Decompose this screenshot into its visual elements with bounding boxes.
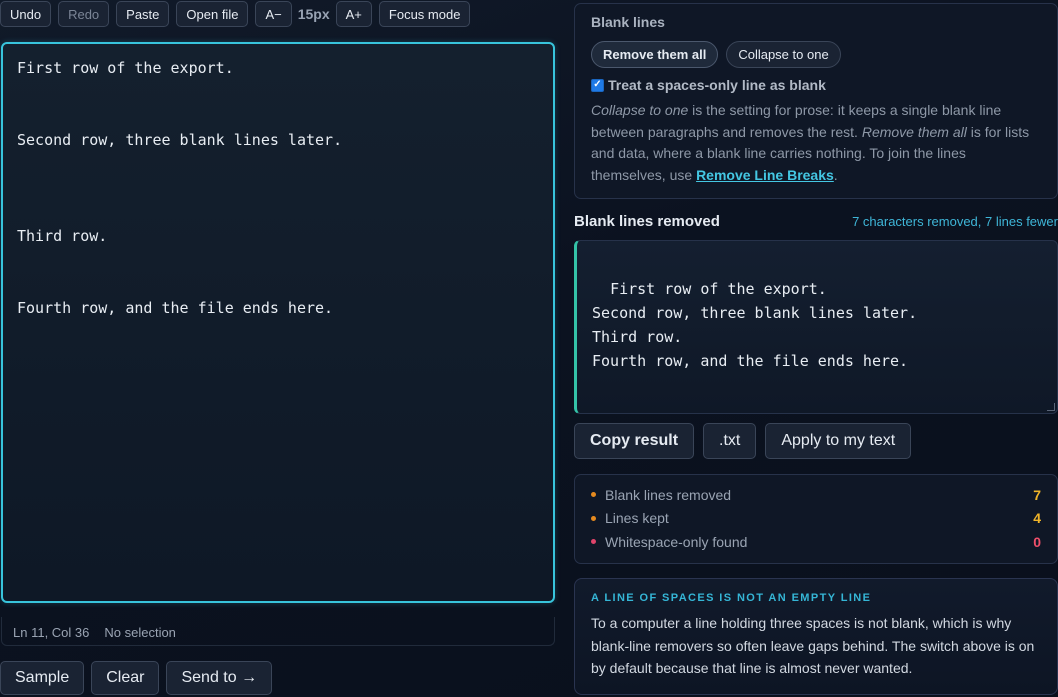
stats-panel: Blank lines removed 7 Lines kept 4 White… — [574, 474, 1058, 564]
spaces-only-label: Treat a spaces-only line as blank — [608, 77, 826, 93]
result-actions: Copy result .txt Apply to my text — [574, 423, 912, 459]
collapse-mode-button[interactable]: Collapse to one — [726, 41, 841, 68]
copy-result-button[interactable]: Copy result — [574, 423, 695, 459]
stat-row: Lines kept 4 — [591, 507, 1041, 531]
input-actions: Sample Clear Send to → — [0, 661, 273, 695]
desc-emphasis-collapse: Collapse to one — [591, 102, 689, 118]
download-txt-button[interactable]: .txt — [703, 423, 757, 459]
result-output[interactable]: First row of the export. Second row, thr… — [574, 240, 1058, 414]
remove-line-breaks-link[interactable]: Remove Line Breaks — [696, 167, 834, 183]
sample-button[interactable]: Sample — [0, 661, 85, 695]
redo-button[interactable]: Redo — [58, 1, 110, 27]
open-file-button[interactable]: Open file — [176, 1, 249, 27]
stat-label: Lines kept — [605, 510, 669, 527]
undo-button[interactable]: Undo — [0, 1, 52, 27]
stat-row: Blank lines removed 7 — [591, 483, 1041, 507]
apply-to-text-button[interactable]: Apply to my text — [765, 423, 912, 459]
resize-handle[interactable] — [1047, 403, 1055, 411]
editor-status-bar: Ln 11, Col 36 No selection — [1, 617, 555, 646]
note-title: A LINE OF SPACES IS NOT AN EMPTY LINE — [591, 592, 872, 604]
input-editor[interactable]: First row of the export. Second row, thr… — [1, 42, 555, 603]
result-summary: 7 characters removed, 7 lines fewer — [852, 214, 1058, 229]
editor-toolbar: Undo Redo Paste Open file A− 15px A+ Foc… — [0, 1, 477, 27]
font-size-readout: 15px — [297, 6, 330, 22]
stat-row: Whitespace-only found 0 — [591, 530, 1041, 554]
clear-button[interactable]: Clear — [91, 661, 160, 695]
status-dot — [591, 515, 596, 521]
cursor-position: Ln 11, Col 36 — [13, 625, 90, 640]
options-title: Blank lines — [591, 14, 665, 30]
desc-emphasis-remove: Remove them all — [861, 123, 967, 140]
status-dot — [591, 492, 596, 498]
blank-lines-options: Blank lines Remove them all Collapse to … — [574, 3, 1058, 199]
stat-value: 7 — [1033, 486, 1041, 503]
stat-value: 4 — [1033, 510, 1041, 527]
spaces-only-option[interactable]: ✓ Treat a spaces-only line as blank — [591, 77, 1041, 93]
remove-all-mode-button[interactable]: Remove them all — [591, 41, 719, 68]
desc-end: . — [833, 166, 838, 183]
stat-label: Whitespace-only found — [605, 533, 748, 550]
stat-label: Blank lines removed — [605, 486, 732, 503]
spaces-only-checkbox[interactable]: ✓ — [591, 78, 604, 92]
focus-mode-button[interactable]: Focus mode — [378, 1, 471, 27]
selection-status: No selection — [104, 625, 176, 640]
info-note: A LINE OF SPACES IS NOT AN EMPTY LINE To… — [574, 578, 1058, 695]
send-to-button[interactable]: Send to → — [166, 661, 273, 695]
mode-selector: Remove them all Collapse to one — [591, 41, 1041, 68]
status-dot — [591, 539, 596, 545]
options-description: Collapse to one is the setting for prose… — [591, 100, 1041, 186]
result-header: Blank lines removed 7 characters removed… — [574, 213, 1058, 230]
font-smaller-button[interactable]: A− — [255, 1, 292, 27]
result-title: Blank lines removed — [574, 213, 720, 230]
paste-button[interactable]: Paste — [116, 1, 170, 27]
font-larger-button[interactable]: A+ — [335, 1, 372, 27]
result-text: First row of the export. Second row, thr… — [592, 280, 918, 370]
note-body: To a computer a line holding three space… — [591, 615, 1035, 676]
stat-value: 0 — [1033, 533, 1041, 550]
